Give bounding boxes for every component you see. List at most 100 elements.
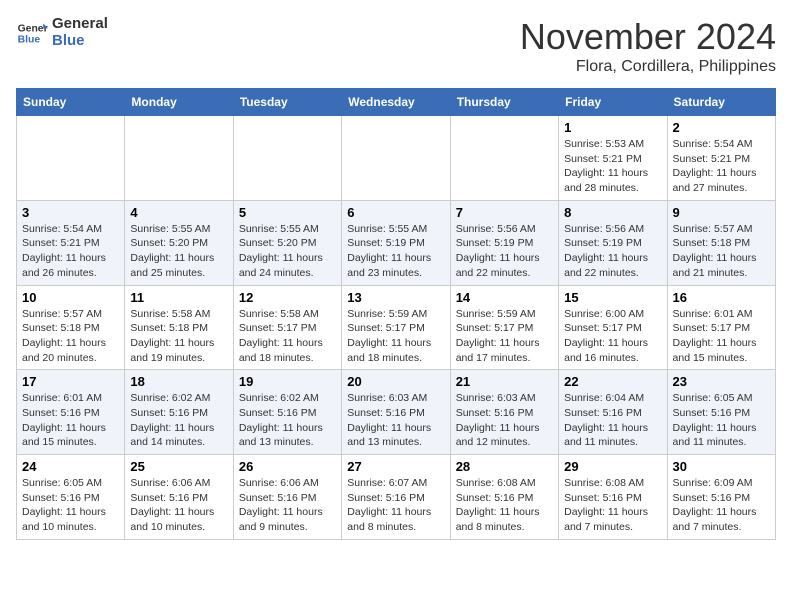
calendar-week-row: 10Sunrise: 5:57 AM Sunset: 5:18 PM Dayli… <box>17 285 776 370</box>
col-header-friday: Friday <box>559 89 667 116</box>
logo-line2: Blue <box>52 33 108 50</box>
day-info: Sunrise: 6:03 AM Sunset: 5:16 PM Dayligh… <box>347 391 444 450</box>
day-number: 6 <box>347 205 444 220</box>
location-label: Flora, Cordillera, Philippines <box>520 58 776 76</box>
calendar-cell: 24Sunrise: 6:05 AM Sunset: 5:16 PM Dayli… <box>17 455 125 540</box>
day-number: 24 <box>22 459 119 474</box>
day-info: Sunrise: 5:55 AM Sunset: 5:20 PM Dayligh… <box>239 222 336 281</box>
day-number: 8 <box>564 205 661 220</box>
day-number: 10 <box>22 290 119 305</box>
calendar-cell: 8 Sunrise: 5:56 AM Sunset: 5:19 PM Daylig… <box>559 200 667 285</box>
day-info: Sunrise: 5:59 AM Sunset: 5:17 PM Dayligh… <box>456 307 553 366</box>
col-header-saturday: Saturday <box>667 89 775 116</box>
day-info: Sunrise: 5:55 AM Sunset: 5:20 PM Dayligh… <box>130 222 227 281</box>
day-info: Sunrise: 6:05 AM Sunset: 5:16 PM Dayligh… <box>673 391 770 450</box>
day-number: 12 <box>239 290 336 305</box>
day-info: Sunrise: 6:03 AM Sunset: 5:16 PM Dayligh… <box>456 391 553 450</box>
calendar-cell: 17Sunrise: 6:01 AM Sunset: 5:16 PM Dayli… <box>17 370 125 455</box>
month-title: November 2024 <box>520 16 776 58</box>
calendar-cell: 7 Sunrise: 5:56 AM Sunset: 5:19 PM Daylig… <box>450 200 558 285</box>
day-info: Sunrise: 6:02 AM Sunset: 5:16 PM Dayligh… <box>239 391 336 450</box>
day-number: 28 <box>456 459 553 474</box>
day-info: Sunrise: 6:06 AM Sunset: 5:16 PM Dayligh… <box>239 476 336 535</box>
day-number: 27 <box>347 459 444 474</box>
day-info: Sunrise: 6:08 AM Sunset: 5:16 PM Dayligh… <box>564 476 661 535</box>
calendar-cell: 13 Sunrise: 5:59 AM Sunset: 5:17 PM Dayli… <box>342 285 450 370</box>
calendar-cell: 23 Sunrise: 6:05 AM Sunset: 5:16 PM Dayli… <box>667 370 775 455</box>
day-info: Sunrise: 5:57 AM Sunset: 5:18 PM Dayligh… <box>673 222 770 281</box>
calendar-cell: 2Sunrise: 5:54 AM Sunset: 5:21 PM Daylig… <box>667 116 775 201</box>
day-number: 26 <box>239 459 336 474</box>
logo: General Blue General Blue <box>16 16 108 49</box>
day-info: Sunrise: 6:06 AM Sunset: 5:16 PM Dayligh… <box>130 476 227 535</box>
day-info: Sunrise: 5:56 AM Sunset: 5:19 PM Dayligh… <box>456 222 553 281</box>
day-number: 3 <box>22 205 119 220</box>
day-number: 9 <box>673 205 770 220</box>
calendar-cell: 29 Sunrise: 6:08 AM Sunset: 5:16 PM Dayli… <box>559 455 667 540</box>
calendar-cell: 3 Sunrise: 5:54 AM Sunset: 5:21 PM Daylig… <box>17 200 125 285</box>
day-number: 7 <box>456 205 553 220</box>
day-info: Sunrise: 6:02 AM Sunset: 5:16 PM Dayligh… <box>130 391 227 450</box>
day-number: 25 <box>130 459 227 474</box>
calendar-cell: 27 Sunrise: 6:07 AM Sunset: 5:16 PM Dayli… <box>342 455 450 540</box>
day-number: 19 <box>239 374 336 389</box>
day-info: Sunrise: 5:58 AM Sunset: 5:17 PM Dayligh… <box>239 307 336 366</box>
calendar-week-row: 3 Sunrise: 5:54 AM Sunset: 5:21 PM Daylig… <box>17 200 776 285</box>
day-number: 1 <box>564 120 661 135</box>
day-number: 15 <box>564 290 661 305</box>
day-number: 21 <box>456 374 553 389</box>
col-header-tuesday: Tuesday <box>233 89 341 116</box>
day-info: Sunrise: 5:53 AM Sunset: 5:21 PM Dayligh… <box>564 137 661 196</box>
day-info: Sunrise: 6:07 AM Sunset: 5:16 PM Dayligh… <box>347 476 444 535</box>
day-number: 17 <box>22 374 119 389</box>
logo-icon: General Blue <box>16 17 48 49</box>
day-number: 4 <box>130 205 227 220</box>
day-info: Sunrise: 5:54 AM Sunset: 5:21 PM Dayligh… <box>22 222 119 281</box>
calendar-cell: 16 Sunrise: 6:01 AM Sunset: 5:17 PM Dayli… <box>667 285 775 370</box>
calendar-cell: 21 Sunrise: 6:03 AM Sunset: 5:16 PM Dayli… <box>450 370 558 455</box>
calendar-cell <box>342 116 450 201</box>
day-number: 30 <box>673 459 770 474</box>
calendar-cell: 4 Sunrise: 5:55 AM Sunset: 5:20 PM Daylig… <box>125 200 233 285</box>
calendar-table: SundayMondayTuesdayWednesdayThursdayFrid… <box>16 88 776 540</box>
day-info: Sunrise: 5:58 AM Sunset: 5:18 PM Dayligh… <box>130 307 227 366</box>
day-number: 13 <box>347 290 444 305</box>
calendar-cell: 18Sunrise: 6:02 AM Sunset: 5:16 PM Dayli… <box>125 370 233 455</box>
day-info: Sunrise: 6:09 AM Sunset: 5:16 PM Dayligh… <box>673 476 770 535</box>
calendar-cell: 14 Sunrise: 5:59 AM Sunset: 5:17 PM Dayli… <box>450 285 558 370</box>
day-number: 14 <box>456 290 553 305</box>
calendar-cell: 15Sunrise: 6:00 AM Sunset: 5:17 PM Dayli… <box>559 285 667 370</box>
calendar-week-row: 17Sunrise: 6:01 AM Sunset: 5:16 PM Dayli… <box>17 370 776 455</box>
day-number: 11 <box>130 290 227 305</box>
day-number: 2 <box>673 120 770 135</box>
col-header-wednesday: Wednesday <box>342 89 450 116</box>
day-info: Sunrise: 6:01 AM Sunset: 5:17 PM Dayligh… <box>673 307 770 366</box>
calendar-cell: 22Sunrise: 6:04 AM Sunset: 5:16 PM Dayli… <box>559 370 667 455</box>
calendar-cell <box>450 116 558 201</box>
page-header: General Blue General Blue November 2024 … <box>16 16 776 76</box>
col-header-monday: Monday <box>125 89 233 116</box>
day-number: 16 <box>673 290 770 305</box>
calendar-cell: 6Sunrise: 5:55 AM Sunset: 5:19 PM Daylig… <box>342 200 450 285</box>
title-block: November 2024 Flora, Cordillera, Philipp… <box>520 16 776 76</box>
calendar-header-row: SundayMondayTuesdayWednesdayThursdayFrid… <box>17 89 776 116</box>
calendar-cell <box>17 116 125 201</box>
calendar-cell: 5 Sunrise: 5:55 AM Sunset: 5:20 PM Daylig… <box>233 200 341 285</box>
day-info: Sunrise: 5:59 AM Sunset: 5:17 PM Dayligh… <box>347 307 444 366</box>
day-number: 20 <box>347 374 444 389</box>
calendar-cell <box>233 116 341 201</box>
day-info: Sunrise: 5:56 AM Sunset: 5:19 PM Dayligh… <box>564 222 661 281</box>
calendar-cell: 1 Sunrise: 5:53 AM Sunset: 5:21 PM Daylig… <box>559 116 667 201</box>
col-header-thursday: Thursday <box>450 89 558 116</box>
day-info: Sunrise: 6:04 AM Sunset: 5:16 PM Dayligh… <box>564 391 661 450</box>
svg-text:Blue: Blue <box>18 34 41 45</box>
calendar-week-row: 1 Sunrise: 5:53 AM Sunset: 5:21 PM Daylig… <box>17 116 776 201</box>
day-number: 29 <box>564 459 661 474</box>
day-number: 5 <box>239 205 336 220</box>
calendar-cell <box>125 116 233 201</box>
day-number: 23 <box>673 374 770 389</box>
calendar-cell: 12 Sunrise: 5:58 AM Sunset: 5:17 PM Dayli… <box>233 285 341 370</box>
logo-line1: General <box>52 16 108 33</box>
calendar-cell: 25 Sunrise: 6:06 AM Sunset: 5:16 PM Dayli… <box>125 455 233 540</box>
calendar-cell: 9 Sunrise: 5:57 AM Sunset: 5:18 PM Daylig… <box>667 200 775 285</box>
